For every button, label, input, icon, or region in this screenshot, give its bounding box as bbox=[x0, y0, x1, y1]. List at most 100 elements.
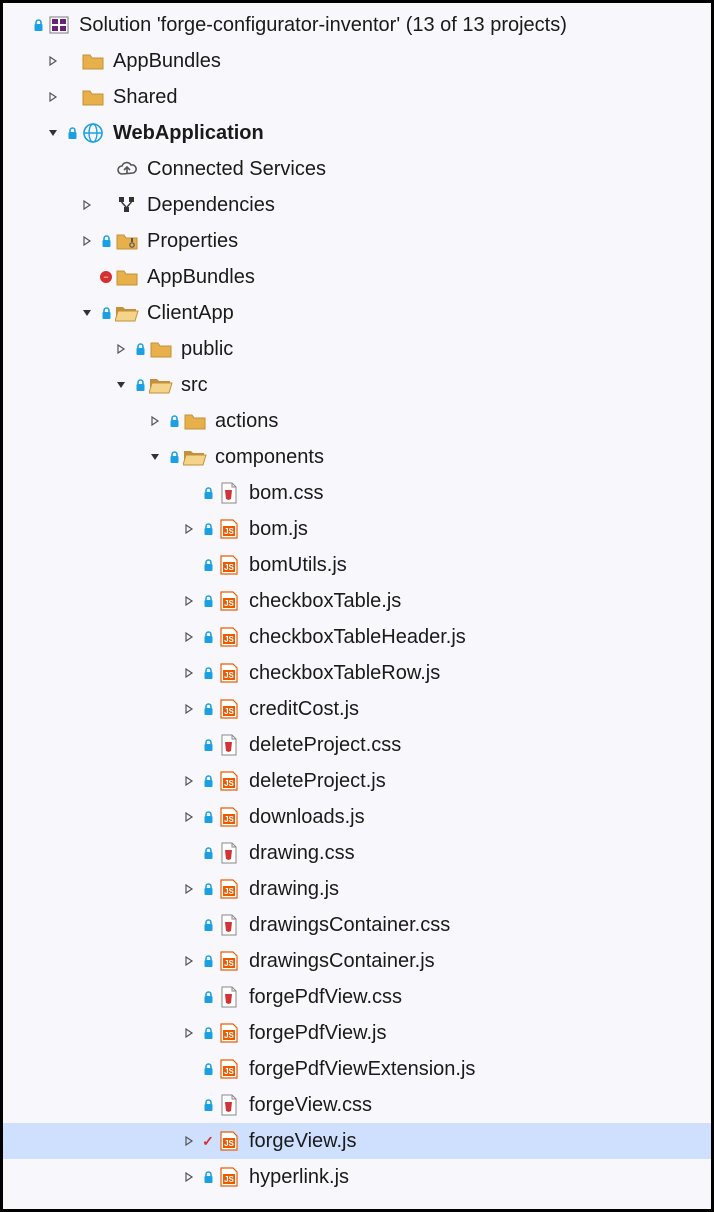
svg-text:JS: JS bbox=[224, 599, 234, 608]
tree-item[interactable]: WebApplication bbox=[3, 115, 711, 151]
svg-text:JS: JS bbox=[224, 1067, 234, 1076]
chevron-right-icon[interactable] bbox=[181, 773, 197, 789]
svg-text:JS: JS bbox=[224, 959, 234, 968]
tree-item[interactable]: Dependencies bbox=[3, 187, 711, 223]
lock-icon bbox=[201, 667, 215, 680]
js-icon: JS bbox=[217, 1165, 241, 1189]
lock-icon bbox=[201, 1171, 215, 1184]
tree-item[interactable]: ✓JSforgeView.js bbox=[3, 1123, 711, 1159]
lock-icon bbox=[201, 1027, 215, 1040]
lock-icon bbox=[201, 595, 215, 608]
lock-icon bbox=[201, 991, 215, 1004]
lock-icon bbox=[201, 919, 215, 932]
tree-item[interactable]: forgePdfView.css bbox=[3, 979, 711, 1015]
js-icon: JS bbox=[217, 769, 241, 793]
lock-icon bbox=[201, 1099, 215, 1112]
tree-item[interactable]: JSdrawing.js bbox=[3, 871, 711, 907]
folder-wrench-icon bbox=[115, 229, 139, 253]
css-icon bbox=[217, 841, 241, 865]
tree-item[interactable]: JScreditCost.js bbox=[3, 691, 711, 727]
chevron-right-icon[interactable] bbox=[181, 881, 197, 897]
tree-item[interactable]: forgeView.css bbox=[3, 1087, 711, 1123]
folder-open-icon bbox=[183, 445, 207, 469]
chevron-right-icon[interactable] bbox=[79, 197, 95, 213]
tree-item[interactable]: JS deleteProject.js bbox=[3, 763, 711, 799]
tree-item-label: forgePdfView.css bbox=[249, 986, 402, 1009]
tree-item[interactable]: bom.css bbox=[3, 475, 711, 511]
tree-item[interactable]: Solution 'forge-configurator-inventor' (… bbox=[3, 7, 711, 43]
tree-item[interactable]: Shared bbox=[3, 79, 711, 115]
svg-text:JS: JS bbox=[224, 1175, 234, 1184]
folder-icon bbox=[149, 337, 173, 361]
tree-item[interactable]: actions bbox=[3, 403, 711, 439]
css-icon bbox=[217, 913, 241, 937]
lock-icon bbox=[201, 631, 215, 644]
chevron-right-icon[interactable] bbox=[181, 701, 197, 717]
svg-text:JS: JS bbox=[224, 527, 234, 536]
tree-item[interactable]: JSdrawingsContainer.js bbox=[3, 943, 711, 979]
js-icon: JS bbox=[217, 625, 241, 649]
tree-item[interactable]: −AppBundles bbox=[3, 259, 711, 295]
folder-icon bbox=[115, 265, 139, 289]
tree-item[interactable]: AppBundles bbox=[3, 43, 711, 79]
chevron-right-icon[interactable] bbox=[181, 1025, 197, 1041]
tree-item-label: forgeView.css bbox=[249, 1094, 372, 1117]
lock-icon bbox=[99, 235, 113, 248]
tree-item[interactable]: drawing.css bbox=[3, 835, 711, 871]
tree-item[interactable]: components bbox=[3, 439, 711, 475]
tree-item[interactable]: deleteProject.css bbox=[3, 727, 711, 763]
chevron-right-icon[interactable] bbox=[113, 341, 129, 357]
tree-item[interactable]: JScheckboxTableRow.js bbox=[3, 655, 711, 691]
chevron-right-icon[interactable] bbox=[181, 665, 197, 681]
tree-item-label: checkboxTable.js bbox=[249, 590, 401, 613]
chevron-right-icon[interactable] bbox=[79, 233, 95, 249]
tree-item-label: Solution 'forge-configurator-inventor' (… bbox=[79, 14, 567, 37]
chevron-right-icon[interactable] bbox=[147, 413, 163, 429]
tree-item[interactable]: JSforgePdfViewExtension.js bbox=[3, 1051, 711, 1087]
tree-item[interactable]: JS checkboxTableHeader.js bbox=[3, 619, 711, 655]
svg-text:JS: JS bbox=[224, 887, 234, 896]
css-icon bbox=[217, 481, 241, 505]
chevron-right-icon[interactable] bbox=[181, 1133, 197, 1149]
tree-item[interactable]: Connected Services bbox=[3, 151, 711, 187]
tree-item[interactable]: JS checkboxTable.js bbox=[3, 583, 711, 619]
chevron-down-icon[interactable] bbox=[147, 449, 163, 465]
lock-icon bbox=[31, 19, 45, 32]
tree-item[interactable]: JSbomUtils.js bbox=[3, 547, 711, 583]
chevron-right-icon[interactable] bbox=[181, 953, 197, 969]
chevron-right-icon[interactable] bbox=[181, 629, 197, 645]
css-icon bbox=[217, 985, 241, 1009]
chevron-right-icon[interactable] bbox=[45, 53, 61, 69]
tree-item[interactable]: src bbox=[3, 367, 711, 403]
lock-icon bbox=[201, 523, 215, 536]
solution-explorer-tree: Solution 'forge-configurator-inventor' (… bbox=[0, 0, 714, 1212]
tree-item-label: actions bbox=[215, 410, 278, 433]
tree-item[interactable]: JS bom.js bbox=[3, 511, 711, 547]
tree-item-label: drawingsContainer.css bbox=[249, 914, 450, 937]
tree-item-label: deleteProject.js bbox=[249, 770, 386, 793]
tree-item[interactable]: ClientApp bbox=[3, 295, 711, 331]
tree-item[interactable]: public bbox=[3, 331, 711, 367]
lock-icon bbox=[201, 559, 215, 572]
chevron-right-icon[interactable] bbox=[181, 521, 197, 537]
chevron-right-icon[interactable] bbox=[181, 593, 197, 609]
js-icon: JS bbox=[217, 805, 241, 829]
chevron-right-icon[interactable] bbox=[45, 89, 61, 105]
error-badge-icon: − bbox=[99, 271, 113, 283]
tree-item[interactable]: JShyperlink.js bbox=[3, 1159, 711, 1195]
tree-item[interactable]: JSdownloads.js bbox=[3, 799, 711, 835]
tree-item[interactable]: Properties bbox=[3, 223, 711, 259]
js-icon: JS bbox=[217, 949, 241, 973]
tree-item-label: bom.js bbox=[249, 518, 308, 541]
tree-item[interactable]: drawingsContainer.css bbox=[3, 907, 711, 943]
chevron-right-icon[interactable] bbox=[181, 809, 197, 825]
chevron-down-icon[interactable] bbox=[45, 125, 61, 141]
chevron-down-icon[interactable] bbox=[79, 305, 95, 321]
chevron-right-icon[interactable] bbox=[181, 1169, 197, 1185]
tree-item-label: Connected Services bbox=[147, 158, 326, 181]
chevron-down-icon[interactable] bbox=[113, 377, 129, 393]
tree-item-label: Dependencies bbox=[147, 194, 275, 217]
tree-item-label: checkboxTableHeader.js bbox=[249, 626, 466, 649]
tree-item[interactable]: JSforgePdfView.js bbox=[3, 1015, 711, 1051]
folder-icon bbox=[81, 49, 105, 73]
